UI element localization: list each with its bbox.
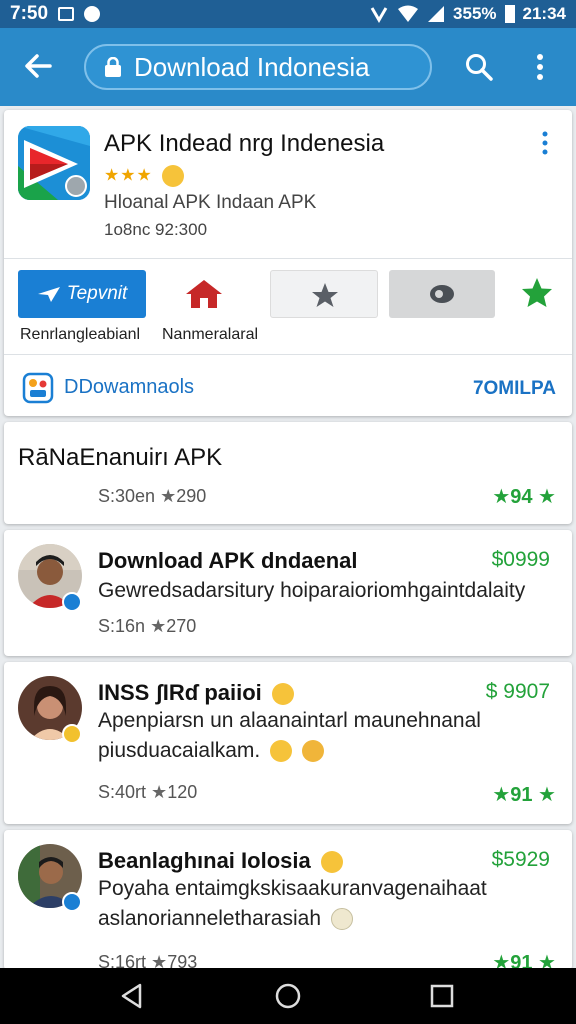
app-info-card: APK Indead nrg Indenesia ★★★ Hloanal APK…: [4, 110, 572, 416]
downloads-label[interactable]: DDowamnaols: [64, 376, 194, 399]
post-title-text: INSS ʃIRɗ paiioi: [98, 680, 262, 705]
nfc-icon: [370, 7, 388, 23]
notification-icon: [84, 6, 101, 22]
rating-value: 91: [510, 784, 533, 806]
badge-icon: [62, 724, 82, 744]
back-arrow-icon[interactable]: [22, 50, 54, 82]
meta-star-icon: ★: [151, 782, 168, 802]
verified-badge-icon: [62, 592, 82, 612]
status-clock: 21:34: [522, 4, 566, 23]
meta-star-icon: ★: [150, 616, 167, 636]
rating-value: 94: [510, 486, 533, 508]
meta-size: S:30en: [98, 486, 156, 506]
status-time: 7:50: [10, 3, 49, 24]
list-item[interactable]: Download APK dndaenal $0999 Gewredsadars…: [4, 530, 572, 656]
signal-icon: [428, 6, 445, 22]
meta-count: 120: [167, 782, 198, 802]
list-item[interactable]: Beanlaghınai Iolosia $5929 Poyaha entaim…: [4, 830, 572, 974]
post-meta: S:30en ★290: [98, 486, 206, 507]
rating-star-icon: ★: [492, 486, 511, 508]
rating-star-icon: ★: [532, 784, 556, 806]
post-title: Beanlaghınai Iolosia: [98, 848, 343, 874]
post-meta: S:16n ★270: [98, 616, 196, 637]
post-meta: S:40rt ★120: [98, 782, 197, 803]
app-title: APK Indead nrg Indenesia: [104, 130, 385, 157]
post-rating: ★94 ★: [492, 484, 556, 509]
plane-icon: [37, 287, 60, 302]
meta-count: 270: [166, 616, 197, 636]
post-title: RāNaEnanuirı APK: [18, 444, 223, 471]
nav-recent-apps-icon[interactable]: [430, 984, 454, 1008]
post-card[interactable]: RāNaEnanuirı APK S:30en ★290 ★94 ★: [4, 422, 572, 524]
post-title-text: Beanlaghınai Iolosia: [98, 848, 311, 873]
verified-badge-icon: [62, 892, 82, 912]
post-title: Download APK dndaenal: [98, 548, 358, 573]
gallery-icon: [58, 7, 75, 21]
app-rating: ★★★: [104, 165, 185, 187]
post-price: $0999: [491, 548, 550, 571]
app-count: 1o8nc 92:300: [104, 220, 208, 239]
star-icon: [312, 283, 338, 307]
install-button[interactable]: Tepvnit: [18, 270, 146, 318]
post-rating: ★91 ★: [492, 782, 556, 807]
star-button[interactable]: [270, 270, 378, 318]
app-more-icon[interactable]: [540, 130, 550, 156]
meta-star-icon: ★: [160, 486, 177, 506]
rating-star-icon: ★: [492, 784, 511, 806]
wifi-icon: [398, 5, 419, 22]
post-price: $5929: [491, 848, 550, 871]
battery-icon: [504, 5, 515, 23]
meta-size: S:40rt: [98, 782, 147, 802]
app-bar: Download Indonesia: [0, 28, 576, 106]
url-text: Download Indonesia: [134, 51, 370, 82]
divider: [4, 354, 572, 355]
downloads-size: 7OMILPA: [472, 378, 556, 399]
nav-home-icon[interactable]: [274, 982, 302, 1010]
battery-percent: 355%: [453, 4, 497, 23]
address-bar[interactable]: Download Indonesia: [84, 44, 432, 90]
lock-icon: [105, 57, 121, 77]
grin-emoji-icon: [301, 740, 324, 763]
nav-back-icon[interactable]: [118, 982, 146, 1010]
share-icon: [430, 285, 454, 303]
post-body-text: Poyaha entaimgkskisaakuranvagenaihaat as…: [98, 877, 487, 930]
app-subtitle: Hloanal APK Indaan APK: [104, 192, 317, 213]
post-body: Poyaha entaimgkskisaakuranvagenaihaat as…: [98, 874, 538, 934]
app-logo-icon[interactable]: [18, 126, 90, 200]
install-label: Tepvnit: [66, 283, 128, 304]
navigation-bar: [0, 968, 576, 1024]
favorite-star-icon[interactable]: [520, 276, 554, 310]
share-button[interactable]: [389, 270, 495, 318]
smile-emoji-icon: [162, 165, 185, 187]
rating-star-icon: ★: [532, 486, 556, 508]
downloads-icon: [22, 372, 54, 404]
neutral-emoji-icon: [330, 908, 353, 931]
divider: [4, 258, 572, 259]
more-vert-icon[interactable]: [530, 52, 550, 82]
meta-count: 290: [176, 486, 207, 506]
meta-size: S:16n: [98, 616, 146, 636]
home-icon[interactable]: [184, 278, 224, 310]
search-icon[interactable]: [464, 52, 494, 82]
wink-emoji-icon: [270, 740, 293, 763]
smile-emoji-icon: [271, 683, 294, 706]
post-body: Apenpiarsn un alaanaintarl maunehnanal p…: [98, 706, 538, 766]
smile-emoji-icon: [320, 851, 343, 874]
list-item[interactable]: INSS ʃIRɗ paiioi $ 9907 Apenpiarsn un al…: [4, 662, 572, 824]
status-bar: 7:50 355% 21:34: [0, 0, 576, 28]
label-right: Nanmeralaral: [162, 326, 259, 343]
post-body: Gewredsadarsitury hoiparaioriomhgaintdal…: [98, 579, 526, 602]
post-price: $ 9907: [485, 680, 550, 703]
rating-stars: ★★★: [104, 165, 153, 185]
post-title: INSS ʃIRɗ paiioi: [98, 680, 294, 706]
label-left: Renrlangleabianl: [20, 326, 141, 343]
